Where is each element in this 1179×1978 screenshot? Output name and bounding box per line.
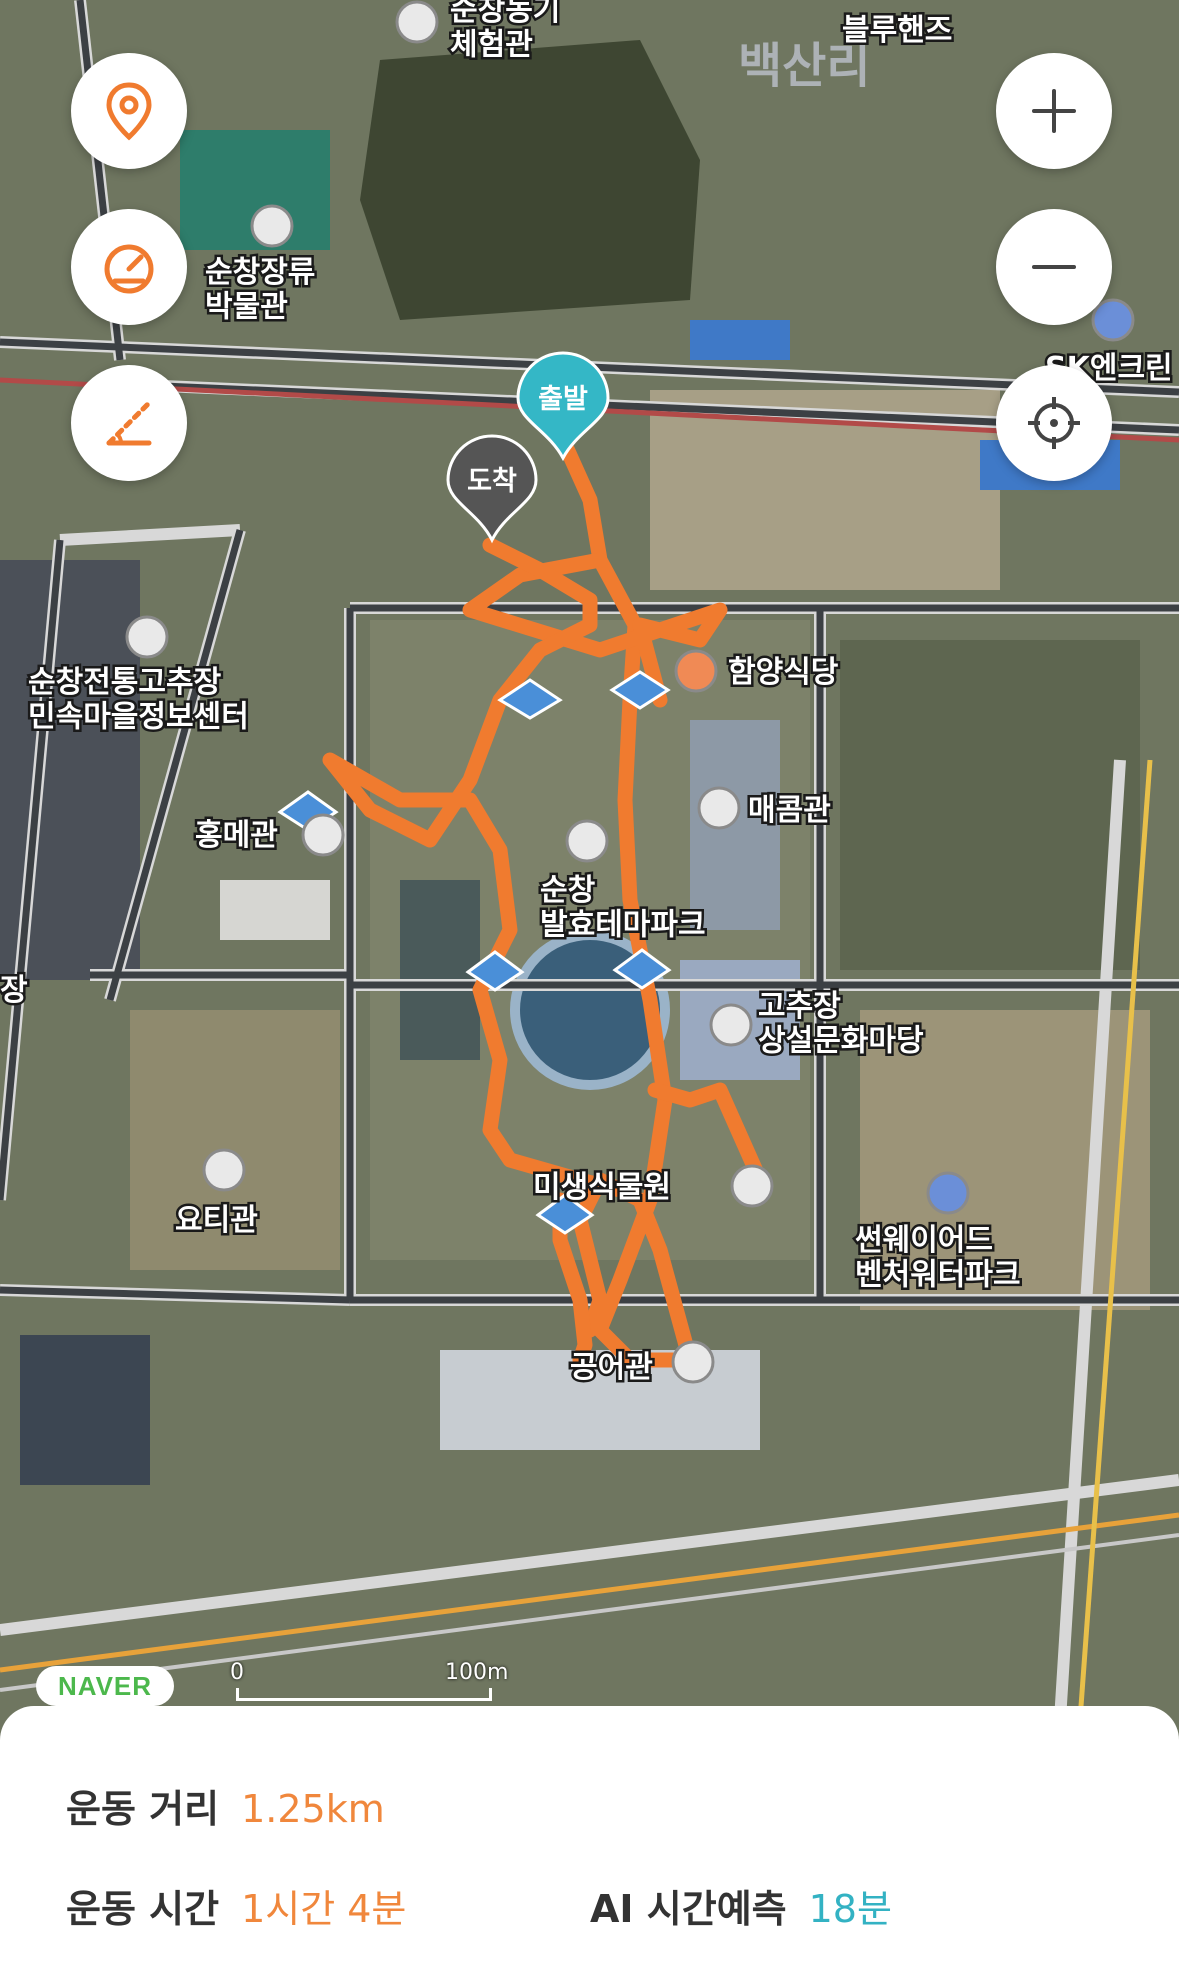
location-pin-icon <box>106 82 152 141</box>
time-value: 1시간 4분 <box>241 1887 407 1931</box>
naver-logo: NAVER <box>36 1666 174 1706</box>
distance-icon <box>106 400 152 446</box>
crosshair-icon <box>1028 397 1080 449</box>
place-label: 요티관 <box>175 1203 258 1238</box>
zoom-in-button[interactable] <box>996 53 1112 169</box>
recenter-button[interactable] <box>996 365 1112 481</box>
building <box>690 320 790 360</box>
start-marker-label: 출발 <box>538 384 588 415</box>
place-label: 미생식물원 <box>533 1170 671 1205</box>
building <box>400 880 480 1060</box>
distance-value: 1.25km <box>241 1787 385 1831</box>
plus-icon <box>1032 89 1076 133</box>
building <box>220 880 330 940</box>
minus-icon <box>1032 265 1076 269</box>
field-area <box>840 640 1140 970</box>
time-label: 운동 시간 <box>66 1887 220 1931</box>
place-label: 블루핸즈 <box>842 13 952 48</box>
place-label: 함양식당 <box>728 655 839 690</box>
distance-label: 운동 거리 <box>66 1787 220 1831</box>
place-label: 매콤관 <box>748 793 831 828</box>
stats-sheet: 운동 거리 1.25km 운동 시간 1시간 4분 AI 시간예측 18분 <box>0 1706 1179 1978</box>
speedometer-icon <box>104 244 154 294</box>
forest-area <box>360 40 700 320</box>
distance-row: 운동 거리 1.25km <box>66 1778 385 1833</box>
solar-panels <box>20 1335 150 1485</box>
end-marker-label: 도착 <box>467 466 517 497</box>
place-label: 공어관 <box>570 1350 653 1385</box>
time-row: 운동 시간 1시간 4분 <box>66 1878 406 1933</box>
scale-bar <box>236 1688 492 1701</box>
place-label: 장 <box>0 973 28 1008</box>
place-label: 홍메관 <box>195 818 278 853</box>
zoom-out-button[interactable] <box>996 209 1112 325</box>
ai-prediction-value: 18분 <box>808 1887 892 1931</box>
scale-zero: 0 <box>230 1660 244 1685</box>
speedometer-button[interactable] <box>71 209 187 325</box>
location-button[interactable] <box>71 53 187 169</box>
scale-label: 100m <box>445 1660 509 1685</box>
ai-prediction-row: AI 시간예측 18분 <box>590 1878 892 1933</box>
distance-button[interactable] <box>71 365 187 481</box>
ai-prediction-label: AI 시간예측 <box>590 1887 787 1931</box>
place-label: 순창전통고추장 민속마을정보센터 <box>28 665 249 735</box>
